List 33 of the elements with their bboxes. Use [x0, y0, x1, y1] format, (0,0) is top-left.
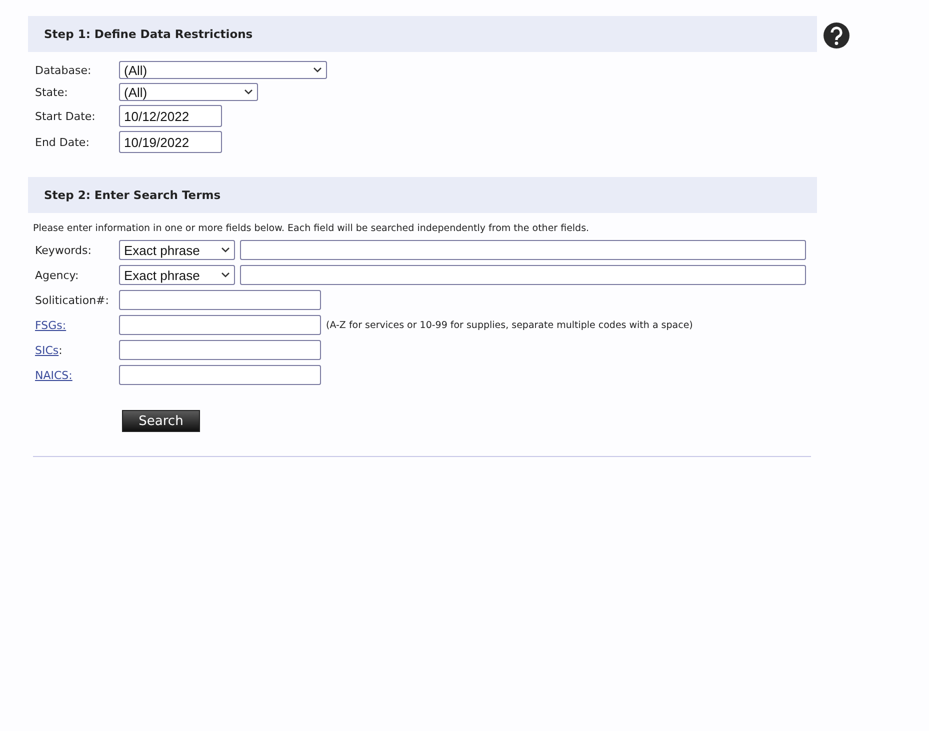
text-field[interactable]	[240, 265, 806, 285]
field-label: Solitication#:	[35, 294, 110, 306]
text-field[interactable]	[240, 240, 806, 260]
field-label: Database:	[35, 64, 92, 76]
chevron-icon	[244, 89, 253, 95]
chevron-icon	[221, 247, 230, 253]
field-label: Agency:	[35, 268, 80, 282]
text-field[interactable]	[119, 315, 321, 335]
chevron-icon	[221, 272, 230, 278]
field-link[interactable]: SICs	[35, 344, 59, 356]
dropdown[interactable]: (All)	[119, 83, 258, 101]
hint-text: (A-Z for services or 10-99 for supplies, separate multiple codes with a space)	[326, 320, 693, 330]
date-field[interactable]: 10/19/2022	[119, 131, 222, 153]
text-field[interactable]	[119, 290, 321, 310]
match-dropdown[interactable]: Exact phrase	[119, 240, 235, 260]
field-link[interactable]: NAICS:	[35, 368, 114, 382]
field-label: Start Date:	[35, 110, 96, 122]
help-icon[interactable]	[823, 22, 850, 49]
field-label: SICs:	[35, 344, 64, 356]
field-label: End Date:	[35, 136, 90, 148]
dropdown[interactable]: (All)	[119, 61, 327, 79]
search-button[interactable]: Search	[122, 410, 200, 432]
section-header: Step 1: Define Data Restrictions	[28, 16, 817, 52]
chevron-icon	[313, 67, 322, 73]
text-field[interactable]	[119, 340, 321, 360]
section-header: Step 2: Enter Search Terms	[28, 177, 817, 213]
field-label: State:	[35, 86, 69, 98]
text-field[interactable]	[119, 365, 321, 385]
instructions-text: Please enter information in one or more fields below. Each field will be searched independently from the other fields.	[32, 222, 590, 234]
date-field[interactable]: 10/12/2022	[119, 105, 222, 127]
field-link[interactable]: FSGs:	[35, 318, 114, 332]
match-dropdown[interactable]: Exact phrase	[119, 265, 235, 285]
field-label: Keywords:	[35, 244, 92, 256]
